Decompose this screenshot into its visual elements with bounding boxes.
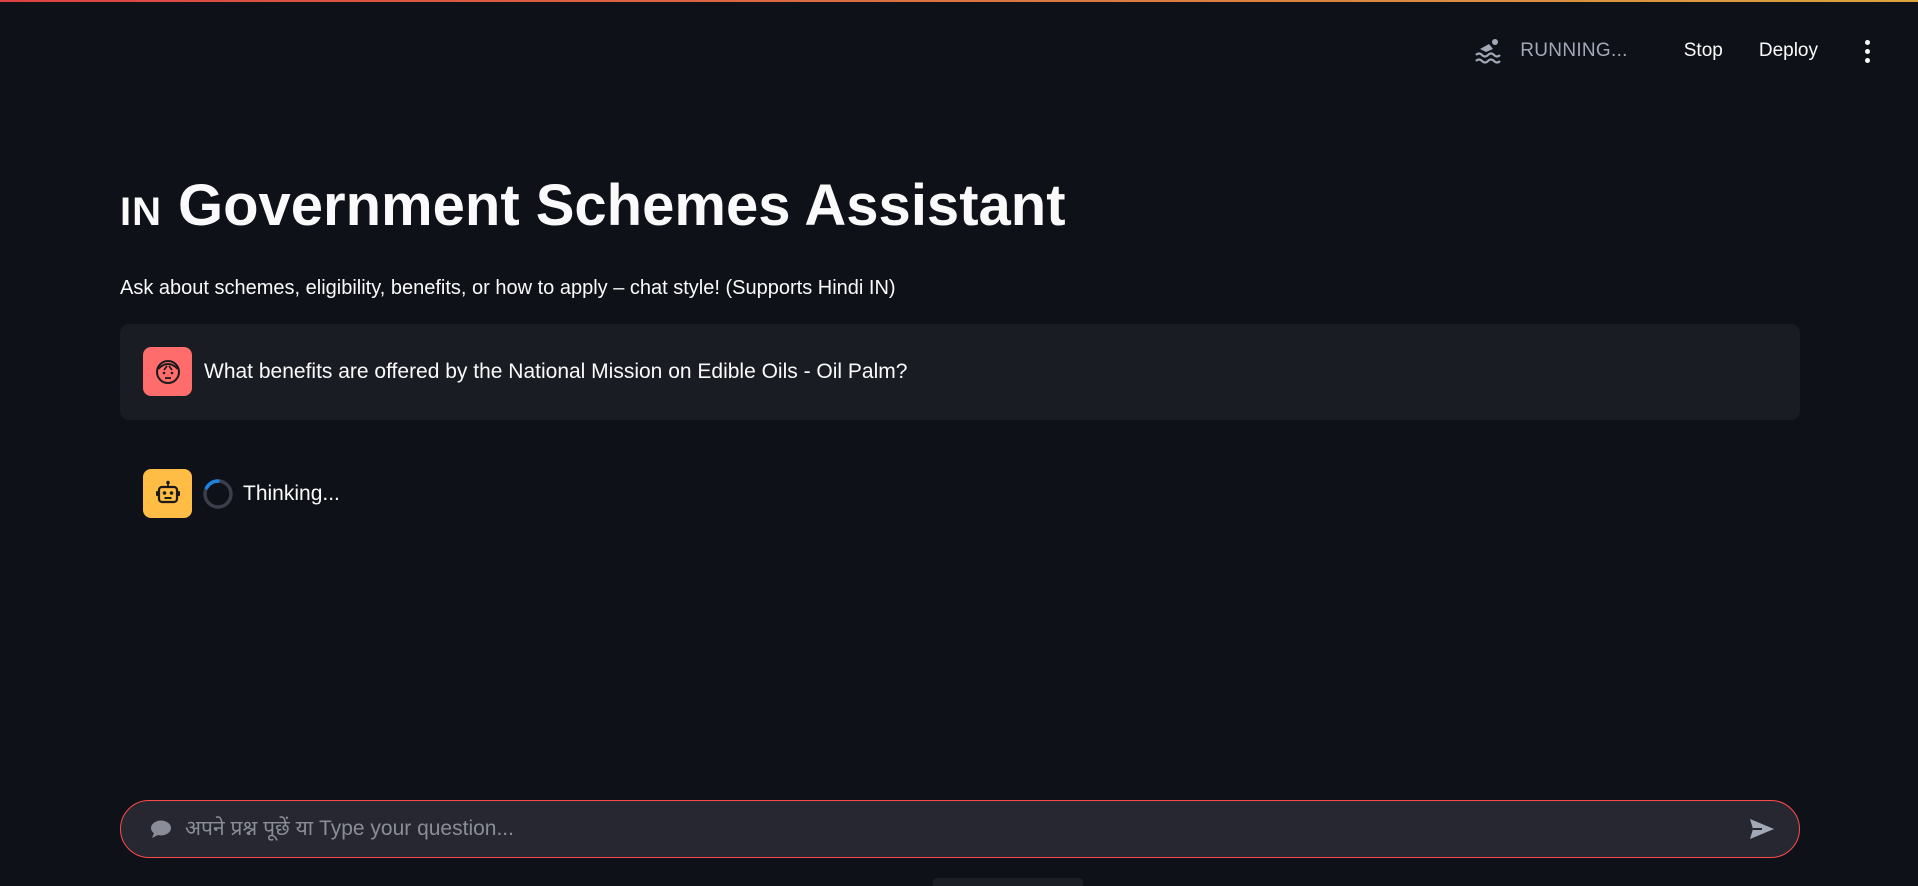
chat-message-assistant: Thinking...	[120, 446, 1800, 542]
main-content: IN Government Schemes Assistant Ask abou…	[120, 170, 1800, 542]
stop-button[interactable]: Stop	[1674, 34, 1733, 68]
main-menu-button[interactable]	[1850, 34, 1884, 68]
india-flag-emoji: IN	[120, 190, 162, 234]
chat-input[interactable]	[183, 816, 1743, 842]
robot-icon	[143, 469, 192, 518]
page-title-text: Government Schemes Assistant	[178, 173, 1066, 238]
loading-spinner-icon	[203, 478, 233, 509]
send-button[interactable]	[1743, 810, 1781, 848]
status-label: RUNNING...	[1520, 40, 1628, 61]
top-decoration-stripe	[0, 0, 1918, 2]
user-message-text: What benefits are offered by the Nationa…	[204, 359, 908, 383]
running-status: RUNNING...	[1472, 34, 1628, 68]
send-arrow-icon	[1750, 819, 1774, 839]
page-subtitle: Ask about schemes, eligibility, benefits…	[120, 276, 896, 299]
assistant-message-text: Thinking...	[243, 481, 340, 505]
user-face-icon	[143, 347, 192, 396]
chat-message-user: What benefits are offered by the Nationa…	[120, 323, 1800, 420]
deploy-button[interactable]: Deploy	[1749, 34, 1828, 68]
menu-dot	[1864, 57, 1870, 63]
app-page: RUNNING... Stop Deploy IN Government Sch…	[0, 0, 1918, 886]
header-toolbar: RUNNING... Stop Deploy	[1472, 34, 1884, 68]
menu-dot	[1864, 48, 1870, 54]
swimmer-icon	[1472, 34, 1506, 68]
bottom-tab-edge	[933, 878, 1083, 886]
page-title: IN Government Schemes Assistant	[120, 170, 1800, 243]
speech-bubble-icon	[149, 817, 173, 841]
chat-input-container	[120, 800, 1800, 858]
vertical-dots-icon	[1864, 39, 1870, 45]
